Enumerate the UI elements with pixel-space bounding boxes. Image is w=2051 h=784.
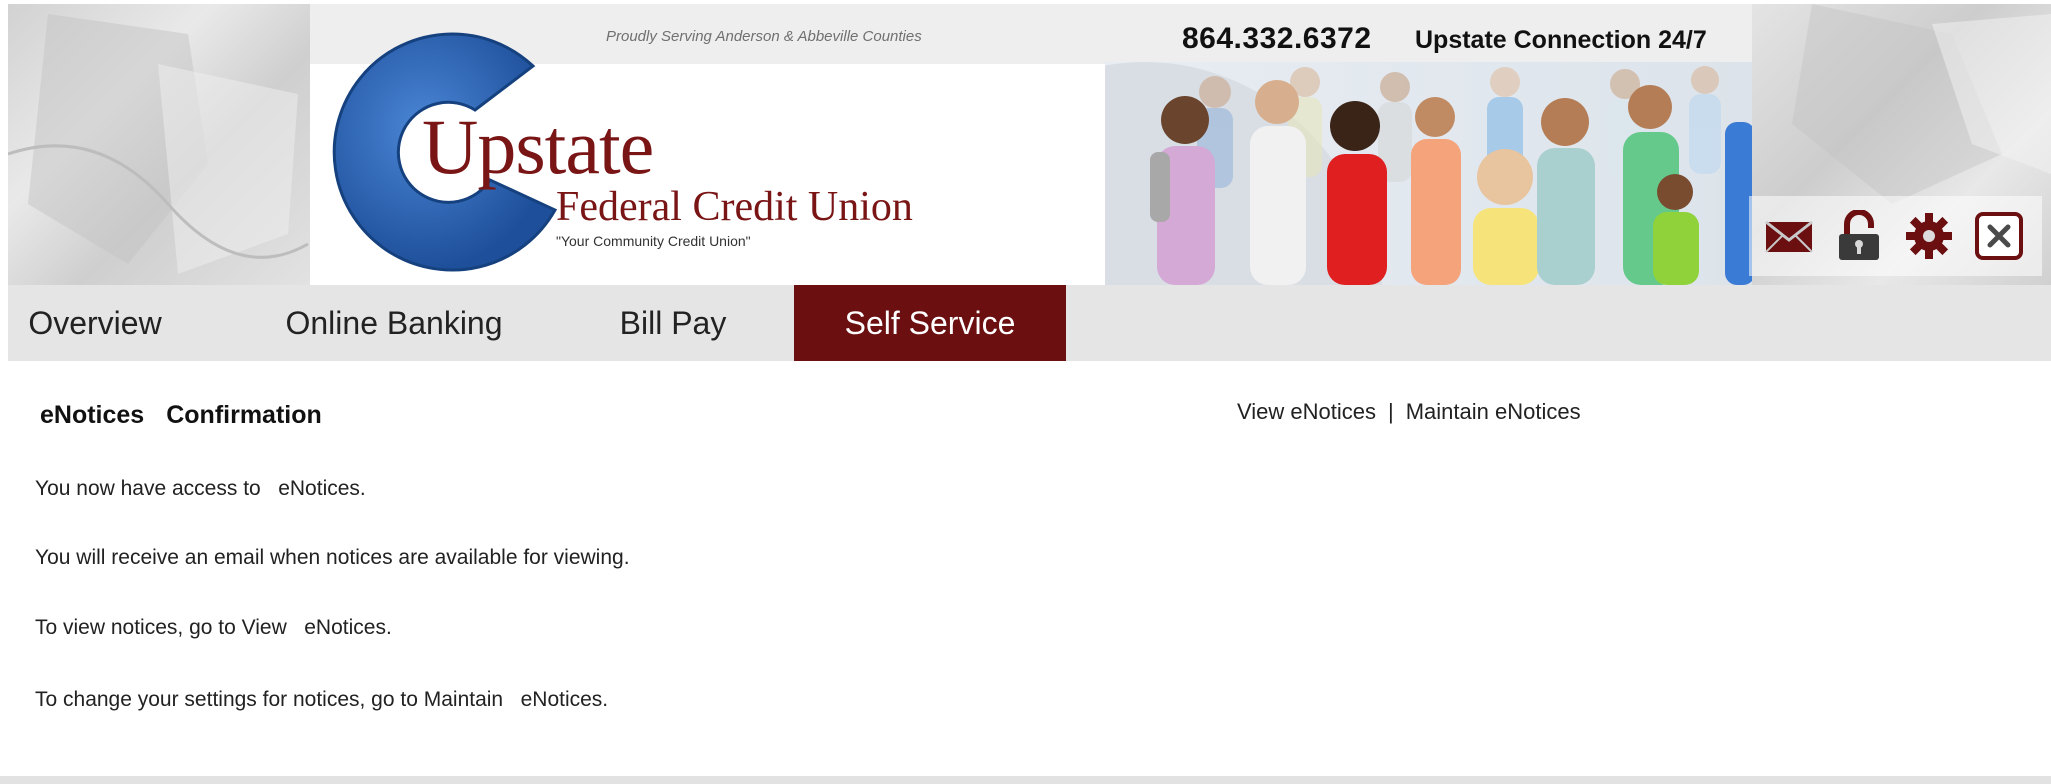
decorative-pattern: [8, 14, 309, 274]
maintain-instructions: To change your settings for notices, go …: [35, 688, 609, 711]
enotices-links: View eNotices | Maintain eNotices: [1237, 399, 1581, 425]
mail-icon[interactable]: [1763, 210, 1815, 262]
lock-icon[interactable]: [1833, 210, 1885, 262]
site-header: Proudly Serving Anderson & Abbeville Cou…: [0, 0, 2051, 285]
link-separator: |: [1388, 399, 1394, 424]
nav-tab-self-service[interactable]: Self Service: [794, 285, 1066, 361]
main-nav: Overview Online Banking Bill Pay Self Se…: [8, 285, 2051, 361]
header-banner: Proudly Serving Anderson & Abbeville Cou…: [310, 4, 1752, 285]
header-tagline: Proudly Serving Anderson & Abbeville Cou…: [606, 28, 922, 45]
people-photo: [1105, 62, 1752, 285]
gear-icon[interactable]: [1903, 210, 1955, 262]
logo-subtitle: Federal Credit Union: [556, 184, 913, 230]
page-title-confirmation: Confirmation: [166, 401, 322, 429]
connection-slogan: Upstate Connection 24/7: [1415, 26, 1707, 54]
nav-tab-overview[interactable]: Overview: [20, 285, 170, 361]
page-title: eNotices Confirmation: [40, 401, 344, 430]
view-enotices-link[interactable]: View eNotices: [1237, 399, 1376, 424]
phone-number[interactable]: 864.332.6372: [1182, 22, 1372, 56]
logo-name: Upstate: [422, 103, 654, 190]
email-message: You will receive an email when notices a…: [35, 546, 630, 569]
maintain-enotices-link[interactable]: Maintain eNotices: [1406, 399, 1581, 424]
page-title-enotices: eNotices: [40, 401, 145, 429]
nav-tab-online-banking[interactable]: Online Banking: [278, 285, 510, 361]
nav-tab-bill-pay[interactable]: Bill Pay: [608, 285, 738, 361]
close-icon[interactable]: [1973, 210, 2025, 262]
view-instructions: To view notices, go to View eNotices.: [35, 616, 392, 639]
logo-motto: "Your Community Credit Union": [556, 233, 751, 249]
header-background-left: [8, 4, 310, 285]
footer-bar: [0, 776, 2051, 784]
header-toolbar: [1749, 196, 2042, 276]
access-message: You now have access to eNotices.: [35, 477, 366, 500]
